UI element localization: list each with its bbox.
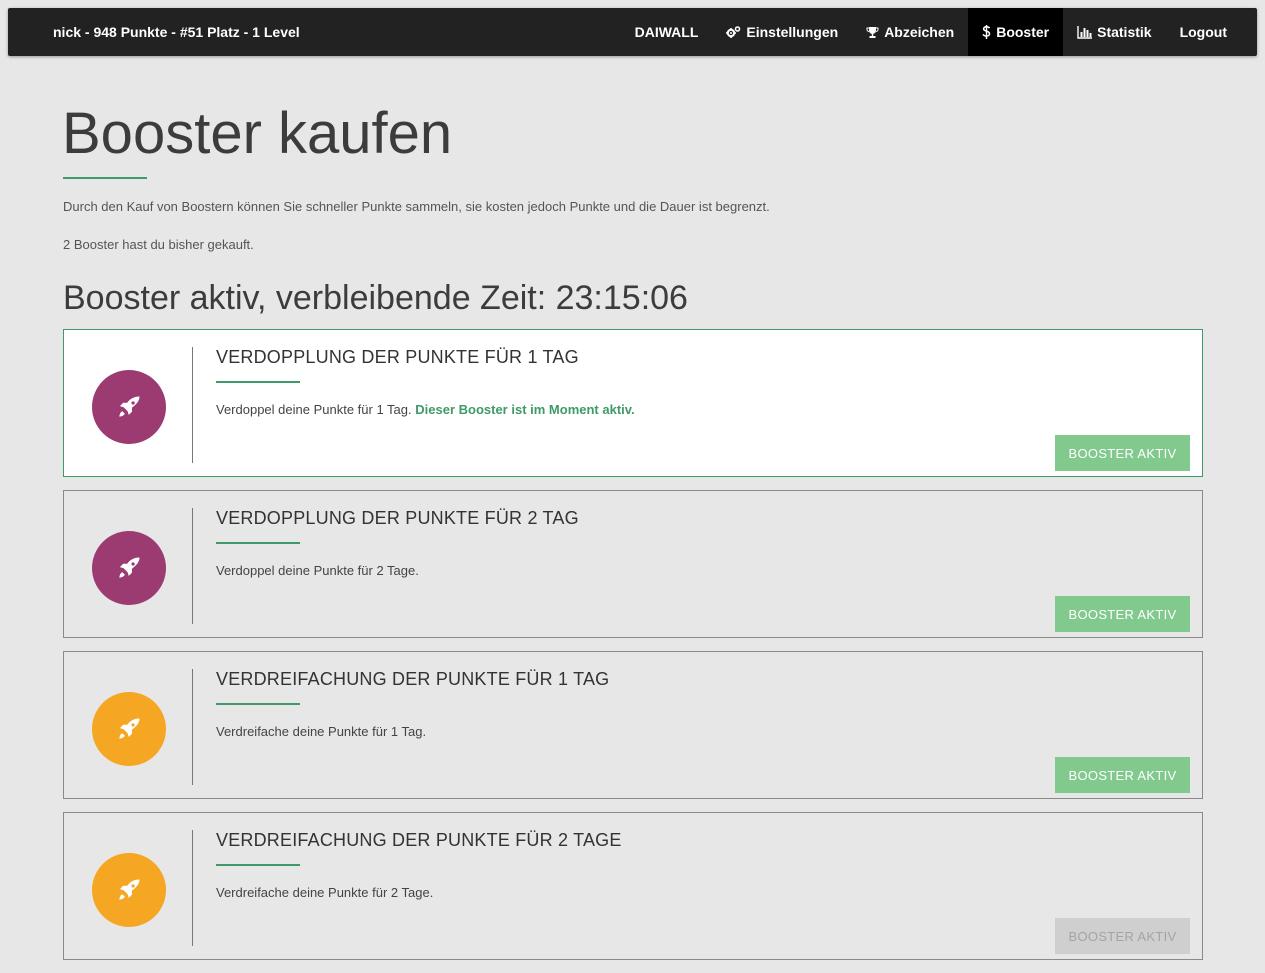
- booster-description-text: Verdreifache deine Punkte für 2 Tage.: [216, 885, 434, 900]
- card-divider: [192, 830, 193, 946]
- nav-item-daiwall[interactable]: DAIWALL: [621, 8, 713, 56]
- booster-title-rule: [216, 381, 300, 383]
- booster-action-button[interactable]: BOOSTER AKTIV: [1055, 757, 1190, 793]
- booster-badge: [92, 692, 166, 766]
- bar-chart-icon: [1077, 25, 1093, 39]
- dollar-icon: [982, 25, 991, 39]
- booster-description: Verdoppel deine Punkte für 2 Tage.: [216, 563, 419, 578]
- nav-item-logout[interactable]: Logout: [1166, 8, 1257, 56]
- booster-card: VERDREIFACHUNG DER PUNKTE FÜR 2 TAGE Ver…: [63, 812, 1203, 960]
- booster-badge: [92, 531, 166, 605]
- rocket-icon: [119, 396, 140, 417]
- intro-text: Durch den Kauf von Boostern können Sie s…: [63, 199, 770, 214]
- title-divider: [63, 177, 147, 179]
- rocket-icon: [119, 557, 140, 578]
- user-status: nick - 948 Punkte - #51 Platz - 1 Level: [53, 24, 300, 40]
- card-divider: [192, 347, 193, 463]
- nav-item-abzeichen[interactable]: Abzeichen: [852, 8, 968, 56]
- active-booster-heading: Booster aktiv, verbleibende Zeit: 23:15:…: [63, 279, 688, 317]
- nav-item-label: DAIWALL: [634, 24, 699, 40]
- booster-title-rule: [216, 542, 300, 544]
- rocket-icon: [119, 879, 140, 900]
- nav-item-label: Statistik: [1097, 24, 1152, 40]
- booster-badge: [92, 853, 166, 927]
- booster-title: VERDREIFACHUNG DER PUNKTE FÜR 1 TAG: [216, 669, 610, 689]
- booster-description-text: Verdoppel deine Punkte für 2 Tage.: [216, 563, 419, 578]
- cogs-icon: [726, 25, 741, 39]
- booster-description: Verdreifache deine Punkte für 1 Tag.: [216, 724, 426, 739]
- nav-menu: DAIWALL Einstellungen Abzeichen Booster …: [621, 8, 1257, 56]
- booster-title: VERDOPPLUNG DER PUNKTE FÜR 1 TAG: [216, 347, 579, 367]
- nav-item-einstellungen[interactable]: Einstellungen: [712, 8, 852, 56]
- nav-item-label: Booster: [996, 24, 1050, 40]
- booster-badge: [92, 370, 166, 444]
- nav-item-label: Einstellungen: [746, 24, 839, 40]
- booster-active-note: Dieser Booster ist im Moment aktiv.: [415, 402, 635, 417]
- booster-description: Verdreifache deine Punkte für 2 Tage.: [216, 885, 433, 900]
- booster-action-button[interactable]: BOOSTER AKTIV: [1055, 435, 1190, 471]
- purchase-count: 2 Booster hast du bisher gekauft.: [63, 237, 254, 252]
- booster-title: VERDREIFACHUNG DER PUNKTE FÜR 2 TAGE: [216, 830, 622, 850]
- nav-item-label: Logout: [1179, 24, 1227, 40]
- booster-card: VERDOPPLUNG DER PUNKTE FÜR 2 TAG Verdopp…: [63, 490, 1203, 638]
- booster-description-text: Verdreifache deine Punkte für 1 Tag.: [216, 724, 427, 739]
- booster-action-button[interactable]: BOOSTER AKTIV: [1055, 918, 1190, 954]
- booster-card: VERDREIFACHUNG DER PUNKTE FÜR 1 TAG Verd…: [63, 651, 1203, 799]
- booster-description: Verdoppel deine Punkte für 1 Tag. Dieser…: [216, 402, 635, 417]
- booster-card: VERDOPPLUNG DER PUNKTE FÜR 1 TAG Verdopp…: [63, 329, 1203, 477]
- rocket-icon: [119, 718, 140, 739]
- navbar: nick - 948 Punkte - #51 Platz - 1 Level …: [8, 8, 1257, 56]
- page-title: Booster kaufen: [62, 101, 453, 166]
- nav-item-label: Abzeichen: [884, 24, 955, 40]
- booster-title: VERDOPPLUNG DER PUNKTE FÜR 2 TAG: [216, 508, 579, 528]
- nav-item-booster[interactable]: Booster: [968, 8, 1064, 56]
- card-divider: [192, 508, 193, 624]
- booster-action-button[interactable]: BOOSTER AKTIV: [1055, 596, 1190, 632]
- booster-title-rule: [216, 703, 300, 705]
- card-divider: [192, 669, 193, 785]
- nav-item-statistik[interactable]: Statistik: [1063, 8, 1165, 56]
- booster-title-rule: [216, 864, 300, 866]
- booster-description-text: Verdoppel deine Punkte für 1 Tag.: [216, 402, 412, 417]
- trophy-icon: [866, 26, 879, 39]
